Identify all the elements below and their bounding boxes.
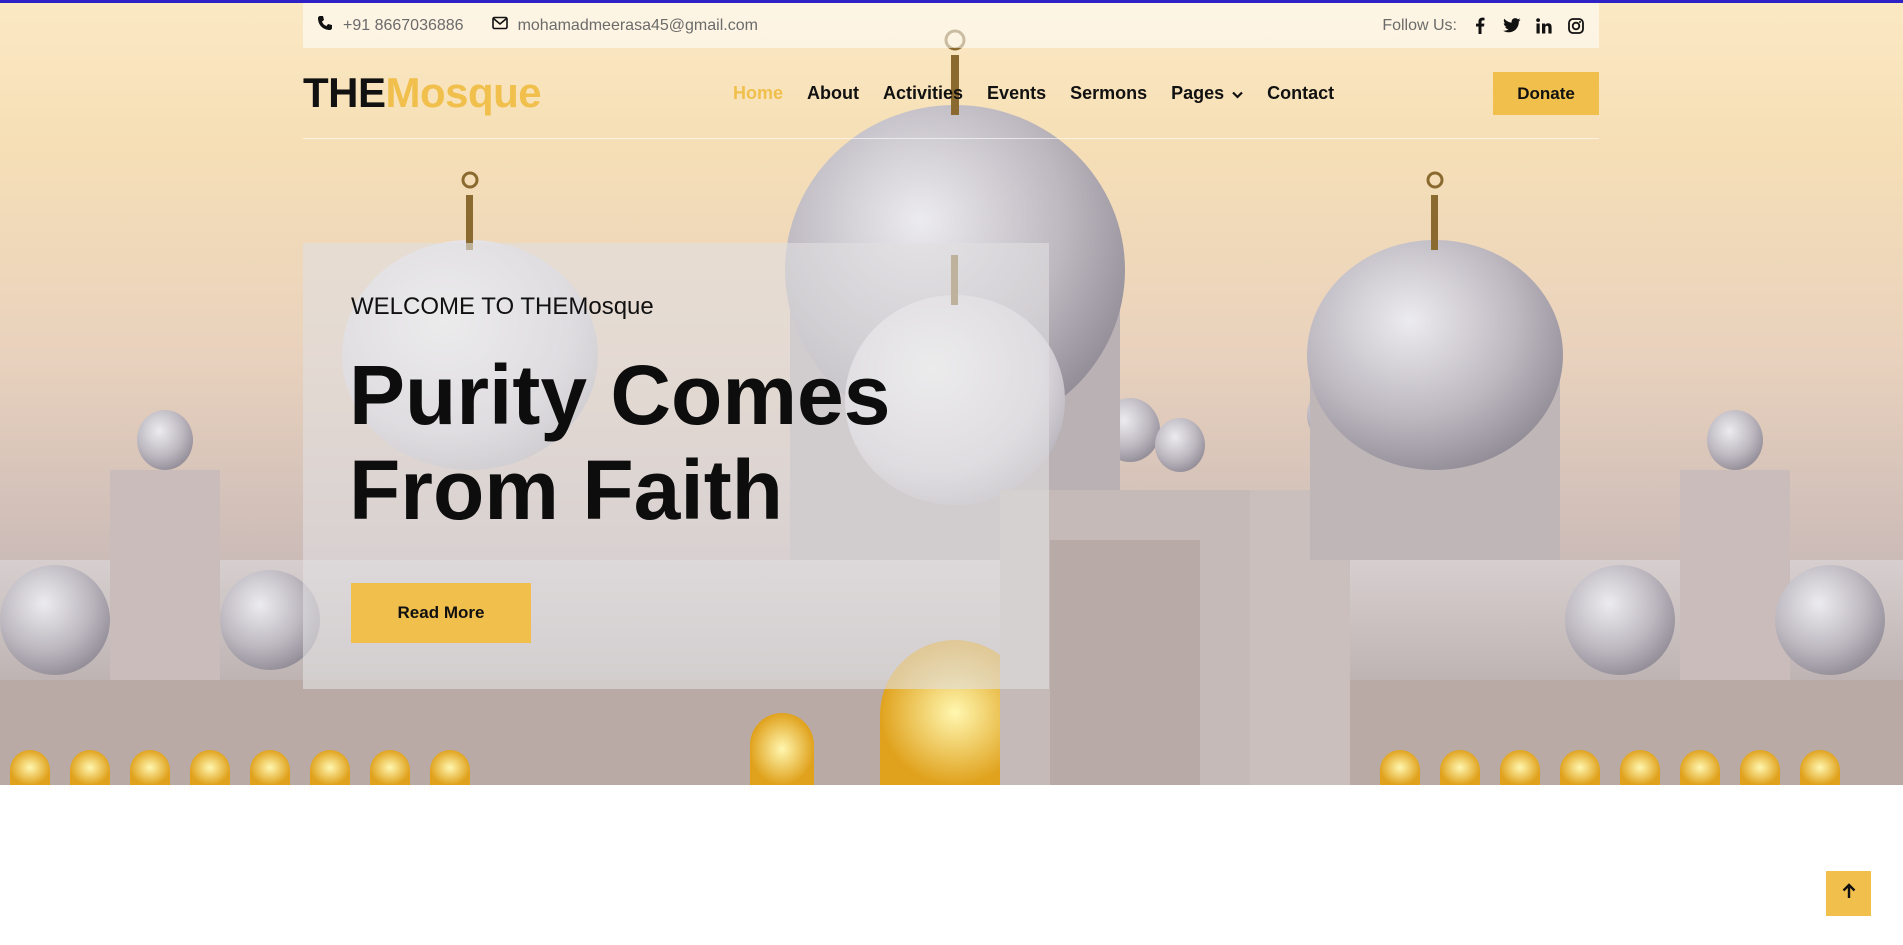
nav-item-about[interactable]: About xyxy=(807,83,859,104)
nav-item-pages[interactable]: Pages xyxy=(1171,83,1243,104)
facebook-icon[interactable] xyxy=(1471,17,1489,35)
phone-contact[interactable]: +91 8667036886 xyxy=(317,15,464,36)
instagram-icon[interactable] xyxy=(1567,17,1585,35)
phone-icon xyxy=(317,15,333,36)
linkedin-icon[interactable] xyxy=(1535,17,1553,35)
nav-item-sermons[interactable]: Sermons xyxy=(1070,83,1147,104)
nav-item-pages-label: Pages xyxy=(1171,83,1225,103)
nav-item-contact[interactable]: Contact xyxy=(1267,83,1334,104)
top-accent-line xyxy=(0,0,1903,3)
site-logo[interactable]: THEMosque xyxy=(303,69,542,117)
arrow-up-icon xyxy=(1842,883,1856,904)
nav-menu: Home About Activities Events Sermons Pag… xyxy=(733,48,1334,139)
logo-part-the: THE xyxy=(303,69,386,116)
email-address: mohamadmeerasa45@gmail.com xyxy=(517,16,758,34)
nav-item-activities[interactable]: Activities xyxy=(883,83,963,104)
logo-part-mosque: Mosque xyxy=(385,69,542,116)
nav-item-events[interactable]: Events xyxy=(987,83,1046,104)
main-navbar: THEMosque Home About Activities Events S… xyxy=(303,48,1599,139)
social-links: Follow Us: xyxy=(1382,17,1585,35)
chevron-down-icon xyxy=(1232,83,1243,104)
top-info-bar: +91 8667036886 mohamadmeerasa45@gmail.co… xyxy=(303,3,1599,48)
hero-headline: Purity Comes From Faith xyxy=(349,348,891,537)
hero-welcome-card: WELCOME TO THEMosque Purity Comes From F… xyxy=(303,243,1049,689)
nav-item-home[interactable]: Home xyxy=(733,83,783,104)
read-more-button[interactable]: Read More xyxy=(351,583,531,643)
follow-label: Follow Us: xyxy=(1382,16,1457,34)
twitter-icon[interactable] xyxy=(1503,17,1521,35)
phone-number: +91 8667036886 xyxy=(343,16,464,34)
envelope-icon xyxy=(491,16,508,35)
hero-kicker: WELCOME TO THEMosque xyxy=(351,293,654,320)
donate-button[interactable]: Donate xyxy=(1493,72,1599,115)
back-to-top-button[interactable] xyxy=(1826,871,1871,916)
email-contact[interactable]: mohamadmeerasa45@gmail.com xyxy=(491,16,758,35)
